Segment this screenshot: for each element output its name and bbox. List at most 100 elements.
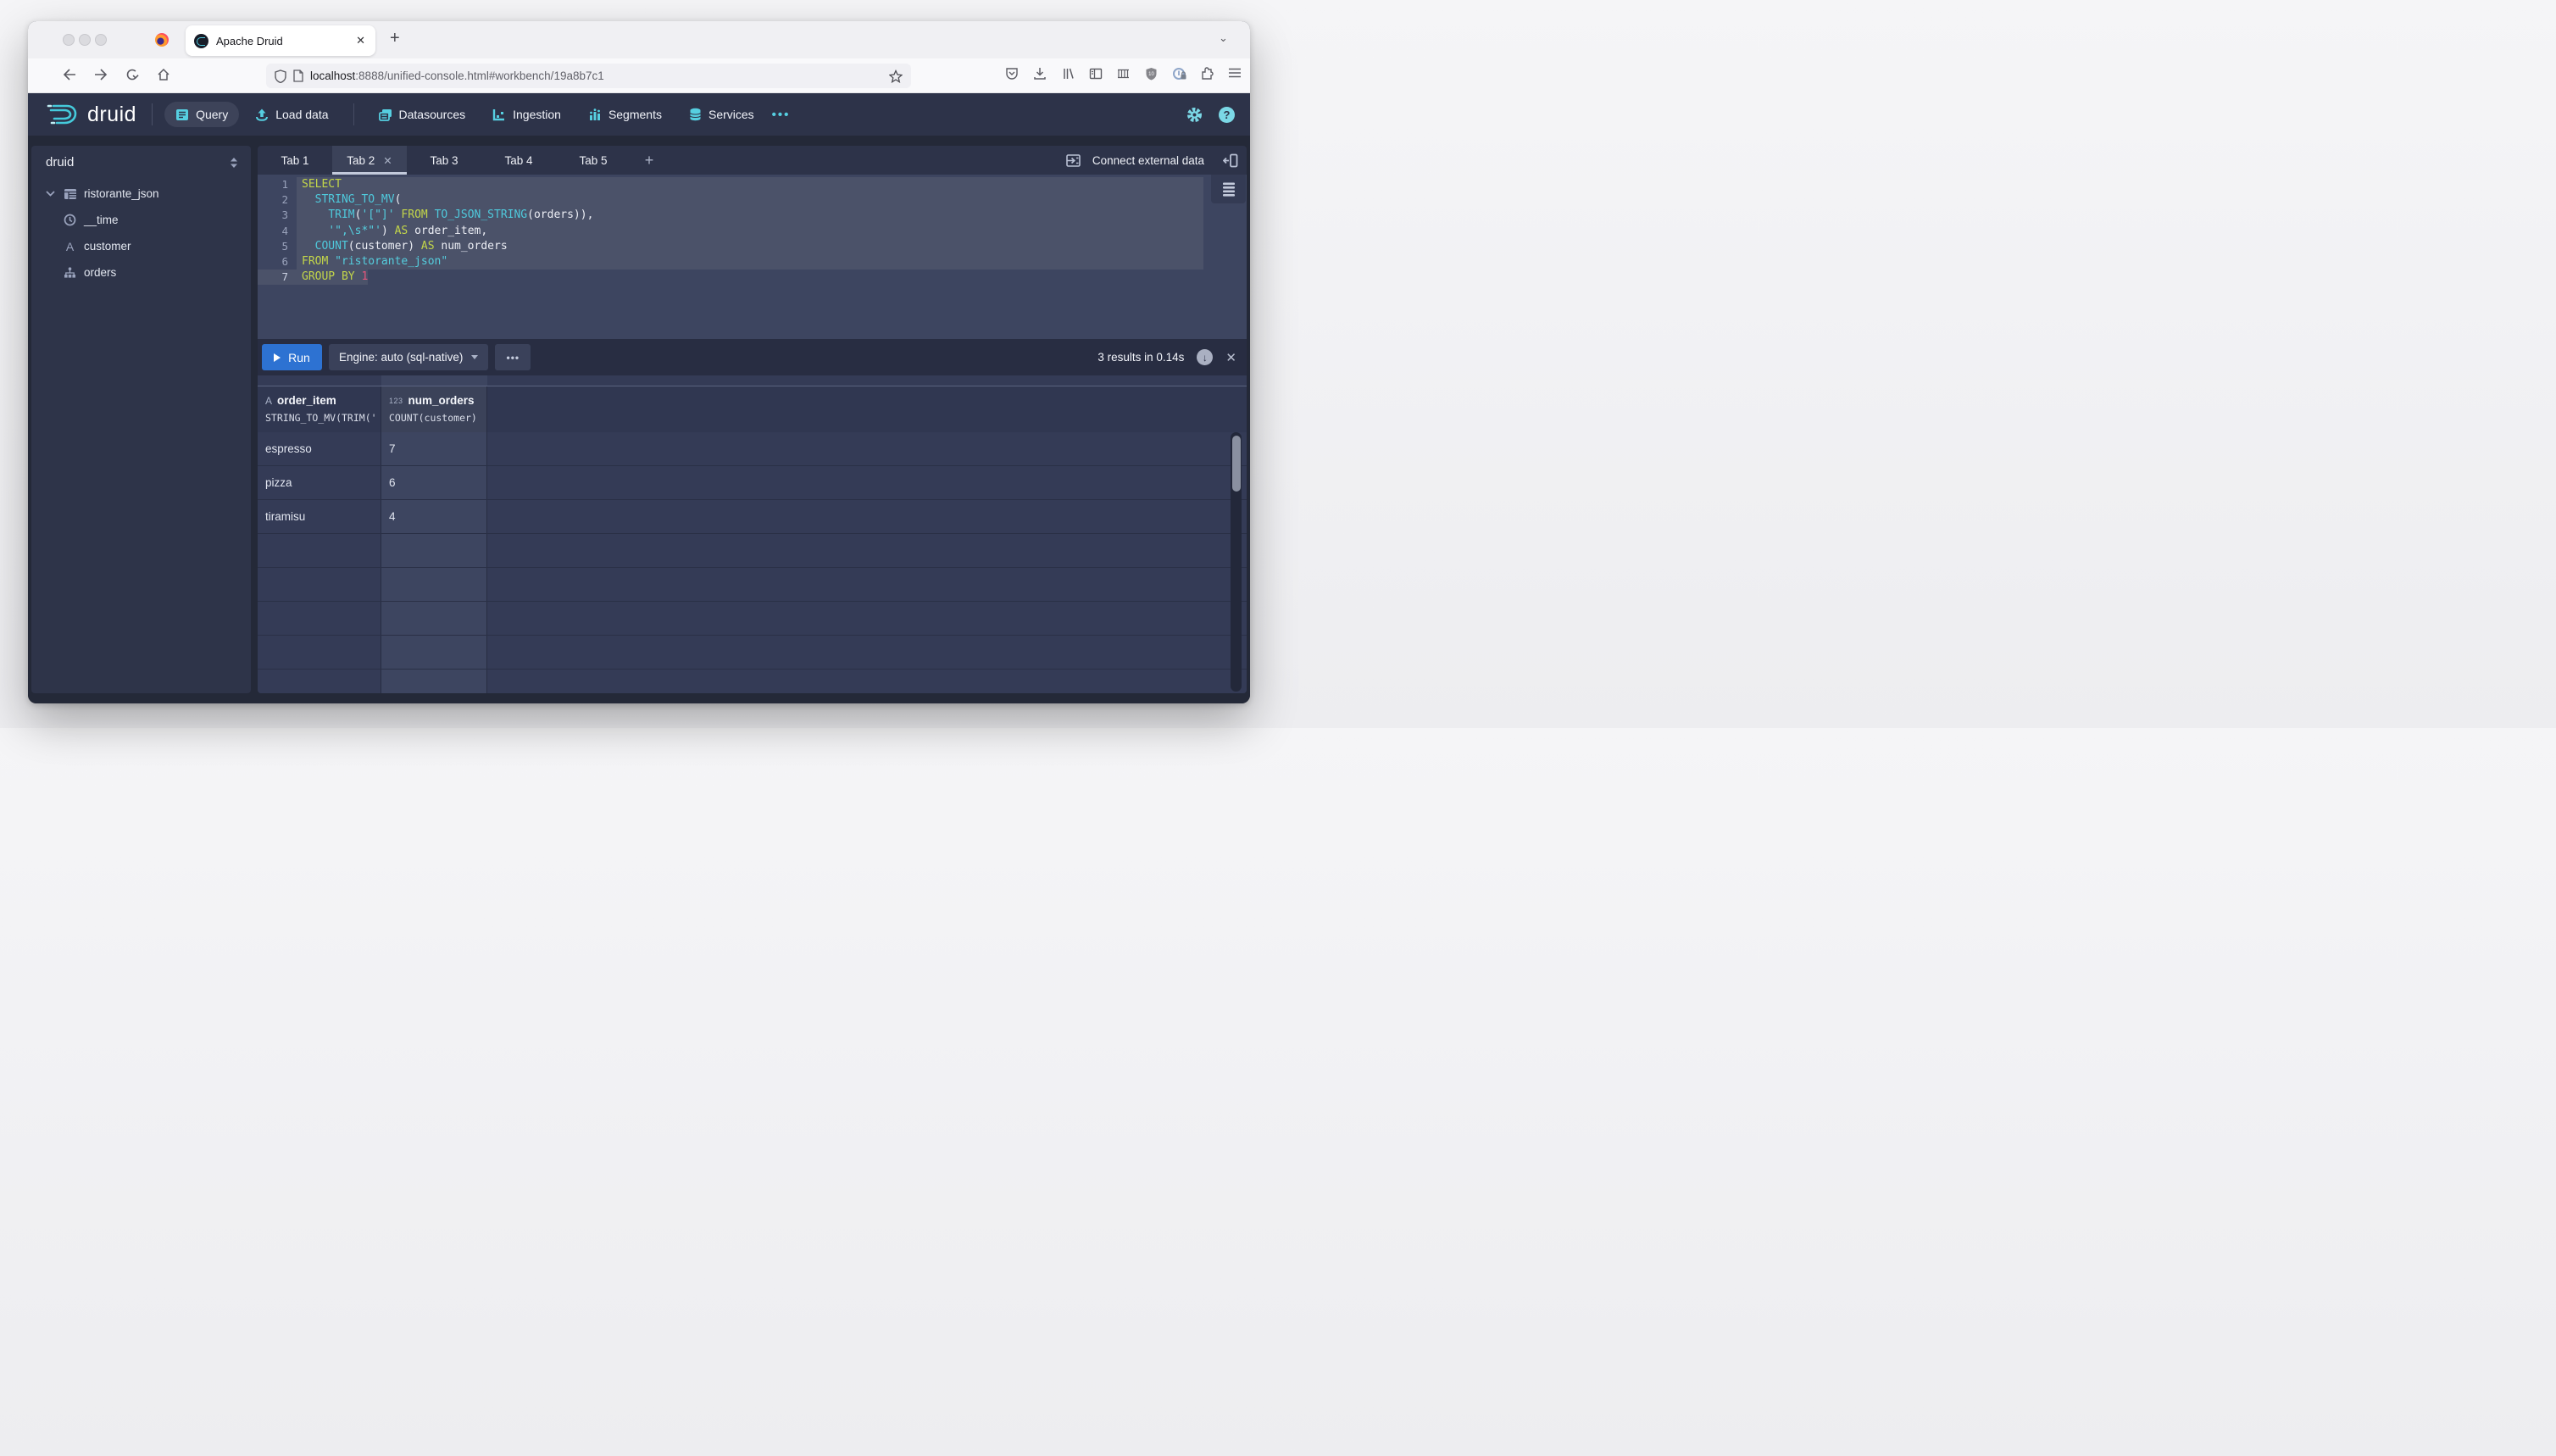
- add-tab-button[interactable]: +: [631, 146, 668, 175]
- string-type-icon: A: [64, 241, 84, 253]
- library-icon[interactable]: [1061, 67, 1075, 81]
- svg-text:A: A: [66, 241, 75, 253]
- double-caret-icon[interactable]: [229, 157, 239, 169]
- extension-icon[interactable]: [1201, 67, 1214, 81]
- schema-name[interactable]: druid: [46, 155, 229, 169]
- query-tab-tab-1[interactable]: Tab 1: [258, 146, 332, 175]
- empty-table-row: [258, 568, 1247, 602]
- bookmark-star-icon[interactable]: [889, 69, 903, 83]
- nav-separator: [353, 103, 354, 125]
- query-tab-tab-4[interactable]: Tab 4: [481, 146, 556, 175]
- shield-icon[interactable]: [275, 69, 286, 83]
- chevron-down-icon[interactable]: [46, 191, 64, 197]
- menu-icon[interactable]: [1228, 67, 1242, 81]
- macos-minimize-button[interactable]: [79, 34, 91, 46]
- empty-table-row: [258, 602, 1247, 636]
- connect-external-data-button[interactable]: Connect external data: [1092, 154, 1204, 167]
- tree-item-label: ristorante_json: [84, 187, 159, 200]
- code-line-1: SELECT: [302, 178, 342, 191]
- column-header-order-item[interactable]: Aorder_item STRING_TO_MV(TRIM('[…: [258, 386, 381, 432]
- tree-item---time[interactable]: __time: [31, 207, 251, 233]
- empty-table-row: [258, 670, 1247, 693]
- download-icon[interactable]: [1033, 67, 1047, 81]
- help-icon[interactable]: ?: [1219, 106, 1235, 123]
- run-button[interactable]: Run: [262, 344, 322, 370]
- query-tab-tab-2[interactable]: Tab 2 ✕: [332, 146, 407, 175]
- table-row[interactable]: pizza 6: [258, 466, 1247, 500]
- page-info-icon[interactable]: [293, 69, 303, 82]
- nav-item-load-data[interactable]: Load data: [244, 102, 339, 127]
- tree-item-orders[interactable]: orders: [31, 259, 251, 286]
- download-results-icon[interactable]: ↓: [1197, 349, 1214, 365]
- browser-navbar: localhost:8888/unified-console.html#work…: [28, 58, 1250, 93]
- browser-window: Apache Druid ✕ + ⌄ localhost:8888/unifie…: [28, 21, 1250, 703]
- code-line-5: COUNT(customer) AS num_orders: [314, 239, 508, 253]
- tree-item-label: __time: [84, 214, 119, 226]
- reload-icon[interactable]: [125, 68, 139, 81]
- code-line-6: FROM "ristorante_json": [302, 254, 448, 268]
- collapse-panel-icon[interactable]: [1223, 153, 1238, 168]
- nav-item-query[interactable]: Query: [164, 102, 240, 127]
- browser-tab[interactable]: Apache Druid ✕: [186, 25, 375, 56]
- results-scrollbar[interactable]: [1231, 432, 1242, 692]
- back-icon[interactable]: [62, 68, 77, 81]
- macos-close-button[interactable]: [63, 34, 75, 46]
- query-tab-tab-5[interactable]: Tab 5: [556, 146, 631, 175]
- play-icon: [274, 353, 281, 362]
- datasources-icon: [378, 108, 392, 121]
- number-type-icon: 123: [389, 396, 403, 405]
- firefox-icon: [155, 33, 169, 47]
- tab-close-icon[interactable]: ✕: [354, 34, 367, 47]
- new-tab-button[interactable]: +: [390, 29, 400, 48]
- url-bar[interactable]: localhost:8888/unified-console.html#work…: [266, 64, 911, 88]
- privacy-lock-icon[interactable]: [1172, 67, 1186, 81]
- url-text[interactable]: localhost:8888/unified-console.html#work…: [310, 69, 889, 82]
- run-bar: Run Engine: auto (sql-native) ••• 3 resu…: [258, 339, 1247, 375]
- pocket-icon[interactable]: [1005, 67, 1019, 81]
- ingestion-icon: [492, 108, 506, 121]
- macos-zoom-button[interactable]: [95, 34, 107, 46]
- empty-table-row: [258, 636, 1247, 670]
- browser-tabstrip: Apache Druid ✕ + ⌄: [28, 21, 1250, 58]
- nav-item-services[interactable]: Services: [678, 102, 765, 127]
- nav-item-datasources[interactable]: Datasources: [368, 102, 477, 127]
- sql-editor[interactable]: 1234567 SELECT STRING_TO_MV( TRIM('["]' …: [258, 175, 1247, 339]
- tree-item-ristorante-json[interactable]: ristorante_json: [31, 181, 251, 207]
- table-row[interactable]: tiramisu 4: [258, 500, 1247, 534]
- druid-logo[interactable]: druid: [47, 102, 136, 127]
- clock-icon: [64, 214, 84, 226]
- table-row[interactable]: espresso 7: [258, 432, 1247, 466]
- nested-data-icon: [64, 266, 84, 279]
- string-type-icon: A: [265, 394, 273, 407]
- nav-item-segments[interactable]: Segments: [577, 102, 673, 127]
- segments-icon: [588, 108, 602, 121]
- close-tab-icon[interactable]: ✕: [383, 154, 392, 167]
- results-header-row: Aorder_item STRING_TO_MV(TRIM('[… 123 num…: [258, 386, 1247, 432]
- work-history-button[interactable]: [1211, 175, 1246, 203]
- sidebar-icon[interactable]: [1089, 67, 1103, 81]
- shield-badge-icon[interactable]: 10: [1145, 67, 1158, 81]
- query-tab-tab-3[interactable]: Tab 3: [407, 146, 481, 175]
- druid-logo-icon: [47, 104, 77, 125]
- scrollbar-thumb[interactable]: [1231, 436, 1241, 492]
- nav-overflow-button[interactable]: •••: [772, 108, 791, 122]
- code-line-2: STRING_TO_MV(: [314, 193, 402, 207]
- containers-icon[interactable]: [1117, 67, 1131, 81]
- code-line-3: TRIM('["]' FROM TO_JSON_STRING(orders)),: [328, 208, 594, 222]
- more-options-button[interactable]: •••: [495, 344, 531, 370]
- column-header-num-orders[interactable]: 123 num_orders COUNT(customer): [381, 386, 487, 432]
- chevron-down-icon: [471, 355, 479, 359]
- forward-icon[interactable]: [93, 68, 108, 81]
- close-results-icon[interactable]: ✕: [1225, 350, 1236, 365]
- settings-gear-icon[interactable]: [1186, 106, 1203, 124]
- list-tabs-chevron-icon[interactable]: ⌄: [1219, 31, 1228, 45]
- results-table: Aorder_item STRING_TO_MV(TRIM('[… 123 num…: [258, 375, 1247, 693]
- home-icon[interactable]: [157, 68, 170, 81]
- code-line-4: '",\s*"') AS order_item,: [328, 224, 488, 237]
- tree-item-customer[interactable]: Acustomer: [31, 233, 251, 259]
- tree-item-label: orders: [84, 266, 117, 279]
- browser-tab-title: Apache Druid: [216, 34, 283, 47]
- query-workbench-panel: Tab 1 Tab 2 ✕ Tab 3 Tab 4 Tab 5 + Connect exte…: [258, 146, 1247, 693]
- engine-select[interactable]: Engine: auto (sql-native): [329, 344, 489, 370]
- nav-item-ingestion[interactable]: Ingestion: [481, 102, 572, 127]
